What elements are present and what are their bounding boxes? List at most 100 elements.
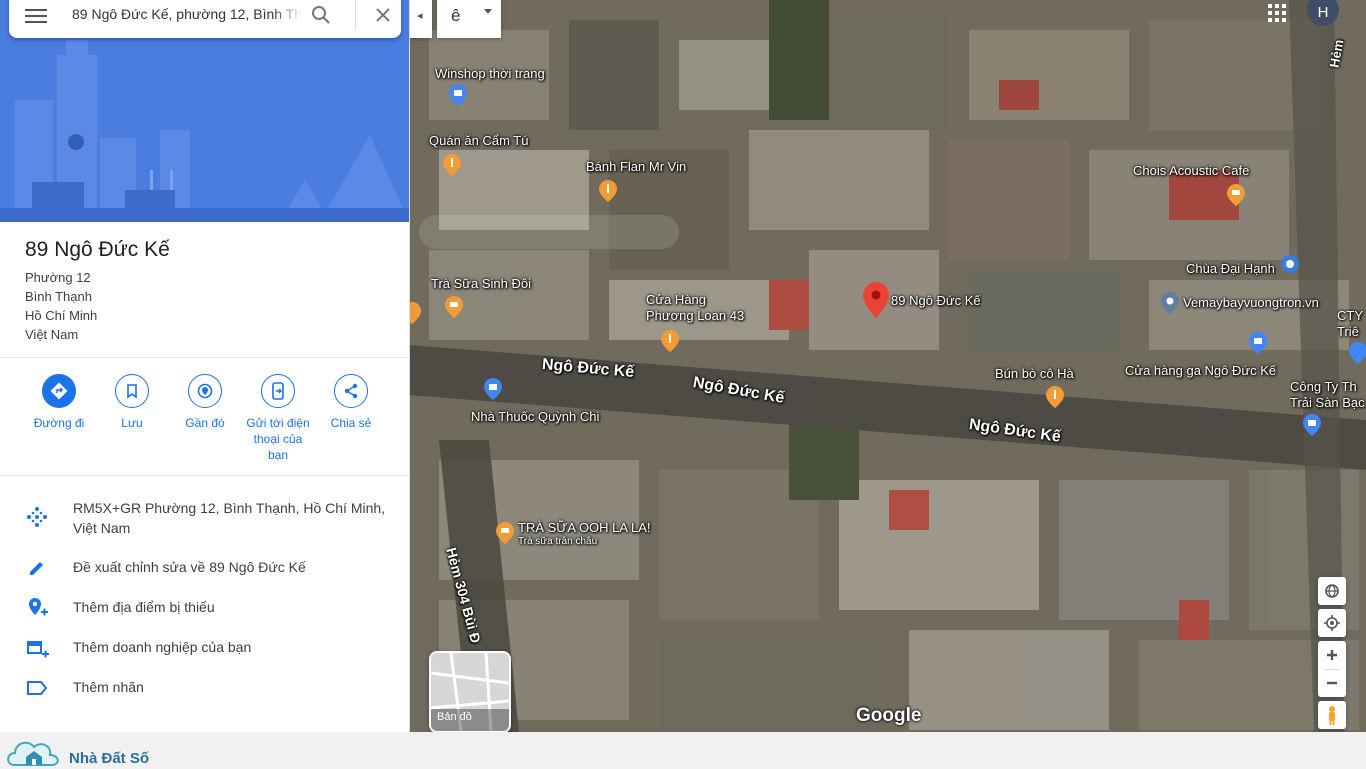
zoom-out-icon xyxy=(1327,681,1337,685)
plus-code-row[interactable]: RM5X+GR Phường 12, Bình Thạnh, Hồ Chí Mi… xyxy=(0,496,409,542)
zoom-control[interactable] xyxy=(1318,641,1346,697)
plus-code-icon xyxy=(27,507,47,527)
layer-selector-value: ê xyxy=(451,6,461,25)
cafe-pin-icon[interactable] xyxy=(1227,184,1245,206)
nearby-label: Gần đó xyxy=(185,416,225,430)
plus-code-text: RM5X+GR Phường 12, Bình Thạnh, Hồ Chí Mi… xyxy=(73,500,386,536)
food-pin-icon[interactable] xyxy=(599,180,617,202)
poi-label[interactable]: Vemaybayvuongtron.vn xyxy=(1183,295,1319,310)
poi-label[interactable]: CTY Triê xyxy=(1337,308,1366,340)
place-panel: 89 Ngô Đức Kế, phường 12, Bình Thạnh 89 … xyxy=(0,0,410,732)
food-pin-icon[interactable] xyxy=(443,154,461,176)
add-place-text: Thêm địa điểm bị thiếu xyxy=(73,599,215,615)
minimap-label: Bản đồ xyxy=(437,711,472,723)
collapse-panel-button[interactable]: ◂ xyxy=(410,0,432,38)
zoom-in-icon xyxy=(1327,650,1337,660)
divider xyxy=(0,475,409,476)
directions-button[interactable]: Đường đi xyxy=(23,374,95,431)
shopping-pin-icon[interactable] xyxy=(1303,414,1321,436)
add-label-row[interactable]: Thêm nhãn xyxy=(0,675,409,701)
add-label-text: Thêm nhãn xyxy=(73,679,144,695)
share-button[interactable]: Chia sẻ xyxy=(315,374,387,431)
search-divider xyxy=(355,0,356,30)
poi-label[interactable]: TRÀ SỮA OOH LA LA! xyxy=(518,520,650,535)
place-title: 89 Ngô Đức Kế xyxy=(25,238,170,261)
nha-dat-so-logo-text: Nhà Đất Số xyxy=(69,750,150,767)
send-to-phone-button[interactable]: Gửi tới điện thoại của bạn xyxy=(242,374,314,463)
search-box[interactable]: 89 Ngô Đức Kế, phường 12, Bình Thạnh xyxy=(9,0,401,38)
poi-sublabel: Trà sữa trân châu xyxy=(518,536,598,547)
share-icon xyxy=(344,383,358,399)
clear-search-button[interactable] xyxy=(371,3,395,27)
divider xyxy=(0,357,409,358)
add-business-text: Thêm doanh nghiệp của bạn xyxy=(73,639,252,655)
zoom-out-button[interactable] xyxy=(1318,669,1346,697)
share-label: Chia sẻ xyxy=(330,416,372,430)
nha-dat-so-logo-icon xyxy=(7,741,59,766)
poi-label[interactable]: Công Ty Th Trải Sàn Bạc xyxy=(1290,379,1366,411)
poi-label[interactable]: Chois Acoustic Cafe xyxy=(1133,163,1249,178)
close-icon xyxy=(376,8,390,22)
globe-button[interactable] xyxy=(1318,577,1346,605)
globe-icon xyxy=(1325,584,1339,598)
footer-bar: Nhà Đất Số xyxy=(0,732,1366,768)
chevron-down-icon xyxy=(484,9,492,14)
shopping-pin-icon[interactable] xyxy=(484,378,502,400)
place-pin-icon[interactable] xyxy=(1161,292,1179,314)
cafe-pin-icon[interactable] xyxy=(496,522,514,544)
map-type-toggle[interactable]: Bản đồ xyxy=(429,651,511,732)
selected-location-label: 89 Ngô Đức Kế xyxy=(891,293,981,308)
poi-label[interactable]: Cửa Hàng Phương Loan 43 xyxy=(646,292,756,324)
directions-icon xyxy=(50,382,68,400)
address-line: Phường 12 xyxy=(25,270,91,285)
my-location-icon xyxy=(1324,615,1340,631)
nearby-icon xyxy=(197,383,213,399)
address-line: Hồ Chí Minh xyxy=(25,308,98,323)
poi-label[interactable]: Chùa Đại Hạnh xyxy=(1186,261,1275,276)
label-icon xyxy=(27,681,48,695)
directions-label: Đường đi xyxy=(33,416,85,430)
cafe-pin-icon[interactable] xyxy=(409,302,421,324)
temple-pin-icon[interactable] xyxy=(1281,255,1299,277)
layer-selector[interactable]: ê xyxy=(437,0,501,38)
add-place-icon xyxy=(29,598,48,616)
poi-label[interactable]: Bún bò cô Hà xyxy=(995,366,1074,381)
search-input[interactable]: 89 Ngô Đức Kế, phường 12, Bình Thạnh xyxy=(72,6,302,22)
poi-label[interactable]: Winshop thời trang xyxy=(435,66,545,81)
nearby-button[interactable]: Gần đó xyxy=(169,374,241,431)
poi-label[interactable]: Bánh Flan Mr Vin xyxy=(586,159,686,174)
poi-label[interactable]: Cửa hàng ga Ngô Đức Kế xyxy=(1125,363,1276,378)
add-business-row[interactable]: Thêm doanh nghiệp của bạn xyxy=(0,635,409,661)
shopping-pin-icon[interactable] xyxy=(449,84,467,106)
edit-icon xyxy=(30,562,43,575)
street-view-button[interactable] xyxy=(1318,701,1346,729)
add-place-row[interactable]: Thêm địa điểm bị thiếu xyxy=(0,595,409,621)
suggest-edit-row[interactable]: Đề xuất chỉnh sửa về 89 Ngô Đức Kế xyxy=(0,555,409,581)
bookmark-icon xyxy=(127,384,137,399)
save-label: Lưu xyxy=(121,416,143,430)
send-to-phone-icon xyxy=(272,382,284,400)
shopping-pin-icon[interactable] xyxy=(1249,332,1267,354)
selected-location-pin-icon[interactable] xyxy=(863,282,889,318)
zoom-in-button[interactable] xyxy=(1318,641,1346,669)
apps-grid-icon[interactable] xyxy=(1268,4,1286,22)
food-pin-icon[interactable] xyxy=(1046,386,1064,408)
my-location-button[interactable] xyxy=(1318,609,1346,637)
suggest-edit-text: Đề xuất chỉnh sửa về 89 Ngô Đức Kế xyxy=(73,559,306,575)
poi-label[interactable]: Nhà Thuốc Quỳnh Chi xyxy=(471,409,599,424)
pegman-icon xyxy=(1329,706,1335,725)
food-pin-icon[interactable] xyxy=(661,330,679,352)
save-button[interactable]: Lưu xyxy=(96,374,168,431)
poi-label[interactable]: Trà Sữa Sinh Đôi xyxy=(431,276,531,291)
cafe-pin-icon[interactable] xyxy=(445,296,463,318)
shopping-pin-icon[interactable] xyxy=(1349,342,1366,364)
send-to-phone-label: Gửi tới điện thoại của bạn xyxy=(246,416,310,462)
poi-label[interactable]: Quán ăn Cẩm Tú xyxy=(429,133,528,148)
menu-icon[interactable] xyxy=(25,6,47,26)
google-logo: Google xyxy=(856,705,922,726)
add-business-icon xyxy=(27,641,49,658)
address-line: Việt Nam xyxy=(25,327,79,342)
satellite-map[interactable]: ◂ ê H Ngô Đức Kế Ngô Đức Kế Ngô Đức Kế H… xyxy=(409,0,1366,732)
address-line: Bình Thạnh xyxy=(25,289,92,304)
search-button[interactable] xyxy=(309,3,333,27)
